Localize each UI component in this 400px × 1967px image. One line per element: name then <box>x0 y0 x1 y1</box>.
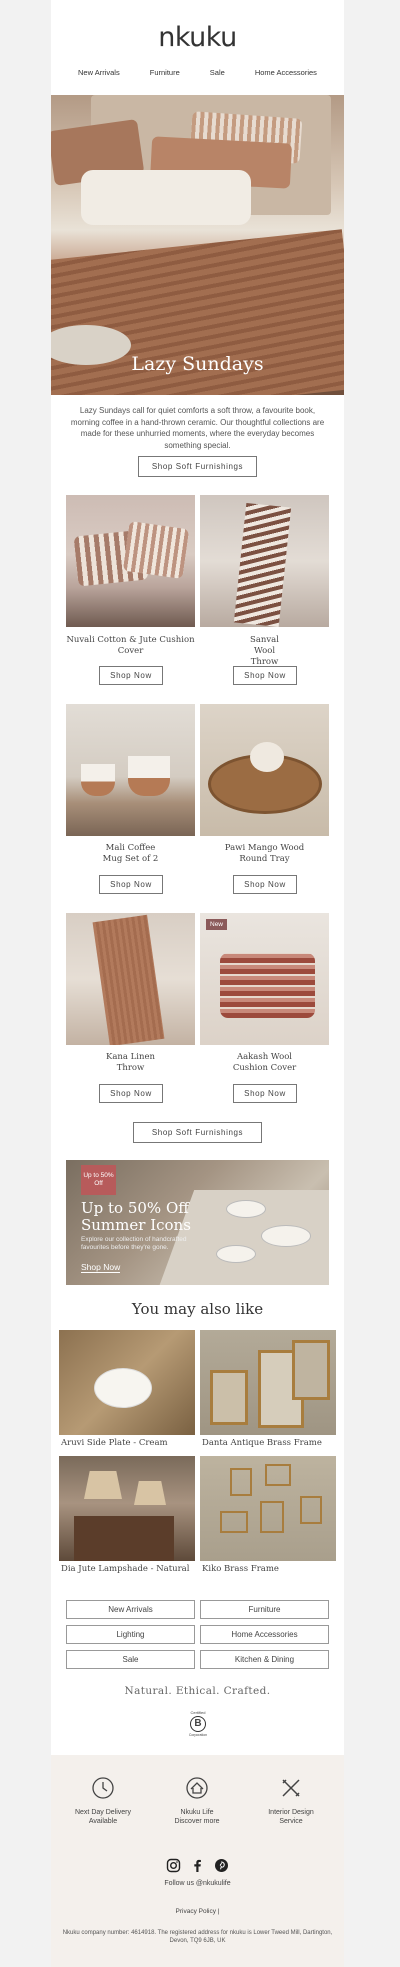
instagram-icon[interactable] <box>166 1858 181 1873</box>
b-corp-logo[interactable]: Certified B Corporation <box>187 1710 209 1746</box>
frame <box>220 1511 248 1533</box>
frame <box>230 1468 252 1496</box>
feature-title: Nkuku Life <box>180 1809 214 1816</box>
bcorp-corporation: Corporation <box>188 1733 208 1737</box>
feature-delivery[interactable]: Next Day Delivery Available <box>58 1775 148 1826</box>
plate <box>94 1368 152 1408</box>
lampshade <box>84 1471 122 1499</box>
shop-now-button[interactable]: Shop Now <box>233 875 297 894</box>
footer: Next Day Delivery Available Nkuku Life D… <box>51 1755 344 1967</box>
nav-sale[interactable]: Sale <box>210 68 225 77</box>
nav-home-accessories[interactable]: Home Accessories <box>255 68 317 77</box>
product-image[interactable] <box>66 704 195 836</box>
shop-now-button[interactable]: Shop Now <box>99 1084 163 1103</box>
throw <box>233 502 292 627</box>
shop-soft-furnishings-button[interactable]: Shop Soft Furnishings <box>138 456 257 477</box>
product-name[interactable]: Sanval Wool Throw <box>200 635 329 668</box>
b-corp-icon: B <box>190 1716 206 1732</box>
pinterest-icon[interactable] <box>214 1858 229 1873</box>
product-image[interactable] <box>200 704 329 836</box>
frame <box>260 1501 284 1533</box>
follow-text[interactable]: Follow us @nkukulife <box>51 1880 344 1887</box>
facebook-icon[interactable] <box>190 1858 205 1873</box>
category-home-accessories[interactable]: Home Accessories <box>200 1625 329 1644</box>
recommendations-heading: You may also like <box>131 1300 264 1318</box>
banner-plate <box>216 1245 256 1263</box>
new-badge: New <box>206 919 228 930</box>
product-image[interactable] <box>66 495 195 627</box>
product-image[interactable] <box>66 913 195 1045</box>
banner-shop-now-link[interactable]: Shop Now <box>81 1262 121 1273</box>
recommendation-name[interactable]: Kiko Brass Frame <box>202 1564 342 1574</box>
product-image[interactable]: New <box>200 913 329 1045</box>
product-name[interactable]: Nuvali Cotton & Jute Cushion Cover <box>66 635 195 657</box>
frame <box>292 1340 330 1400</box>
shop-now-button[interactable]: Shop Now <box>233 1084 297 1103</box>
chest <box>74 1516 174 1561</box>
brand-tagline: Natural. Ethical. Crafted. <box>124 1685 271 1697</box>
nav-new-arrivals[interactable]: New Arrivals <box>78 68 120 77</box>
category-lighting[interactable]: Lighting <box>66 1625 195 1644</box>
tools-icon <box>282 1779 300 1797</box>
category-sale[interactable]: Sale <box>66 1650 195 1669</box>
product-image[interactable] <box>200 495 329 627</box>
shop-now-button[interactable]: Shop Now <box>99 875 163 894</box>
hero-pillow <box>81 170 251 225</box>
cushion <box>220 953 315 1018</box>
banner-subtitle: Explore our collection of handcrafted fa… <box>81 1236 187 1251</box>
top-nav: New Arrivals Furniture Sale Home Accesso… <box>51 68 344 77</box>
shop-now-button[interactable]: Shop Now <box>233 666 297 685</box>
sale-badge: Up to 50% Off <box>81 1165 116 1195</box>
category-kitchen-dining[interactable]: Kitchen & Dining <box>200 1650 329 1669</box>
legal-text: Nkuku company number: 4614918. The regis… <box>62 1930 333 1944</box>
recommendation-image[interactable] <box>200 1330 336 1435</box>
throw <box>92 914 165 1045</box>
product-name[interactable]: Pawi Mango Wood Round Tray <box>200 843 329 865</box>
recommendation-name[interactable]: Aruvi Side Plate - Cream <box>61 1438 201 1448</box>
frame <box>300 1496 322 1524</box>
category-furniture[interactable]: Furniture <box>200 1600 329 1619</box>
product-name[interactable]: Aakash Wool Cushion Cover <box>200 1052 329 1074</box>
social-links <box>51 1858 344 1873</box>
product-name[interactable]: Kana Linen Throw <box>66 1052 195 1074</box>
cushion <box>122 521 190 579</box>
feature-nkuku-life[interactable]: Nkuku Life Discover more <box>152 1775 242 1826</box>
mug <box>128 756 170 796</box>
banner-title: Up to 50% Off Summer Icons <box>81 1199 191 1234</box>
hero-title: Lazy Sundays <box>131 353 264 375</box>
recommendation-name[interactable]: Danta Antique Brass Frame <box>202 1438 342 1448</box>
category-new-arrivals[interactable]: New Arrivals <box>66 1600 195 1619</box>
feature-sub: Service <box>279 1817 303 1825</box>
hero-image[interactable]: Lazy Sundays <box>51 95 344 395</box>
recommendation-image[interactable] <box>59 1456 195 1561</box>
product-name[interactable]: Mali Coffee Mug Set of 2 <box>66 843 195 865</box>
banner-plate <box>261 1225 311 1247</box>
intro-text: Lazy Sundays call for quiet comforts a s… <box>70 406 325 450</box>
bcorp-certified: Certified <box>190 1710 206 1715</box>
shop-soft-furnishings-button[interactable]: Shop Soft Furnishings <box>133 1122 262 1143</box>
lampshade <box>134 1481 166 1505</box>
recommendation-image[interactable] <box>59 1330 195 1435</box>
feature-sub: Available <box>88 1817 118 1825</box>
promo-banner[interactable]: Up to 50% Off Up to 50% Off Summer Icons… <box>66 1160 329 1285</box>
teapot <box>250 742 284 772</box>
nav-furniture[interactable]: Furniture <box>150 68 180 77</box>
mug <box>81 764 115 796</box>
privacy-policy-link[interactable]: Privacy Policy | <box>51 1908 344 1915</box>
home-icon <box>186 1777 208 1799</box>
brand-logo[interactable]: nkuku <box>51 22 344 53</box>
feature-sub: Discover more <box>174 1817 220 1825</box>
feature-title: Interior Design <box>268 1809 314 1816</box>
banner-plate <box>226 1200 266 1218</box>
frame <box>265 1464 291 1486</box>
email-container: nkuku New Arrivals Furniture Sale Home A… <box>51 0 344 1967</box>
feature-title: Next Day Delivery <box>74 1809 131 1816</box>
recommendation-name[interactable]: Dia Jute Lampshade - Natural <box>61 1564 201 1574</box>
feature-interior-design[interactable]: Interior Design Service <box>246 1775 336 1826</box>
shop-now-button[interactable]: Shop Now <box>99 666 163 685</box>
clock-icon <box>92 1777 114 1799</box>
frame <box>210 1370 248 1425</box>
recommendation-image[interactable] <box>200 1456 336 1561</box>
